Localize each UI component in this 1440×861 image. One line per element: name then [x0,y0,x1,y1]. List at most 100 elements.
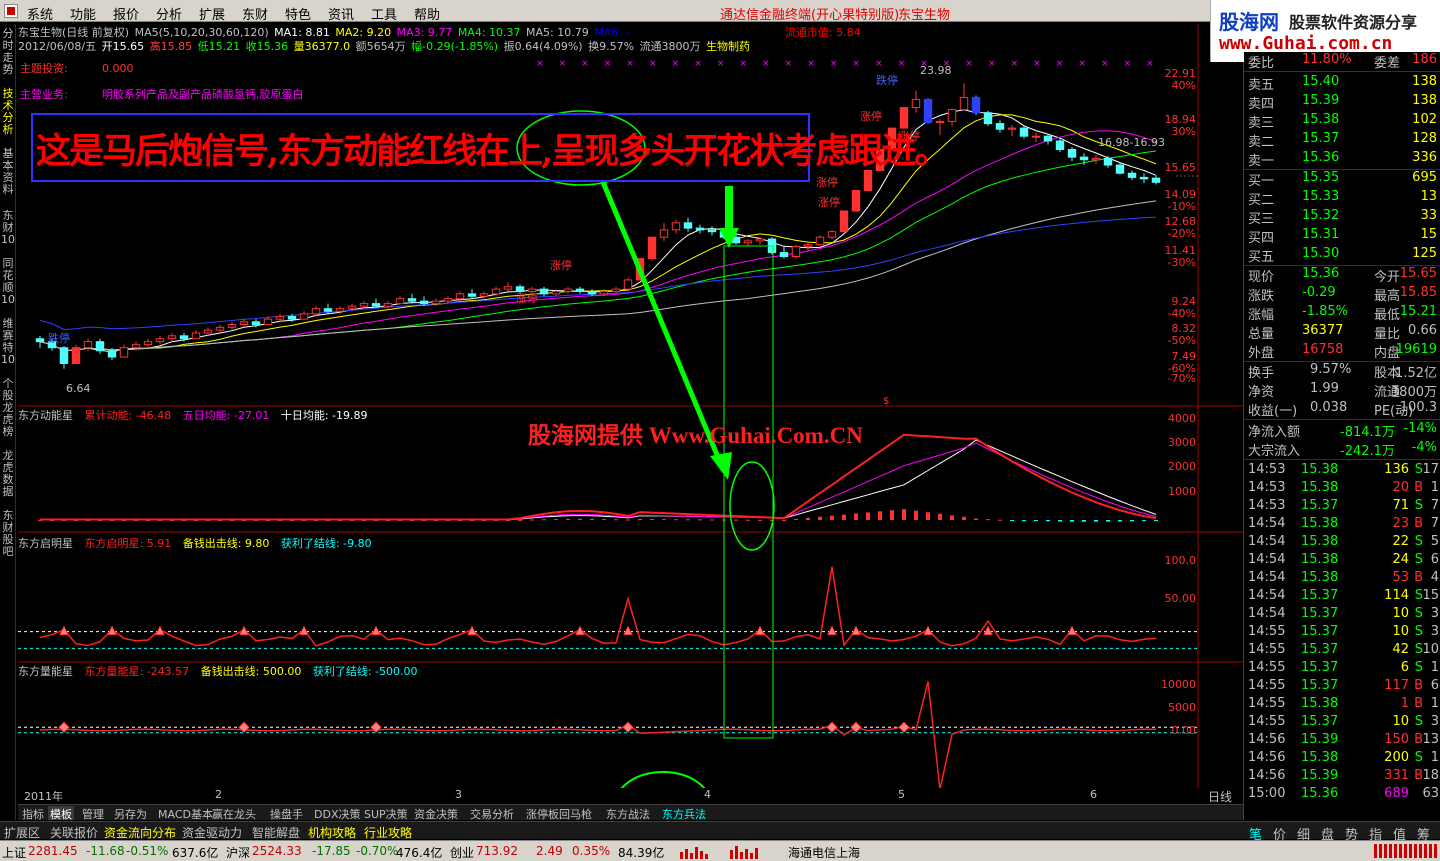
menu-item-feature[interactable]: 特色 [285,4,311,23]
menu-item-help[interactable]: 帮助 [414,4,440,23]
ask-row[interactable]: 卖一 15.36 336 [1244,150,1440,169]
etab-ext-area[interactable]: 扩展区 [4,824,40,841]
btab-indicator[interactable]: 指标 [20,806,46,821]
tick-price: 15.37 [1301,642,1339,657]
btab-sup[interactable]: SUP决策 [362,806,410,821]
btab-trader[interactable]: 操盘手 [268,806,305,821]
sh-label[interactable]: 上证 [2,844,26,861]
btab-saveas[interactable]: 另存为 [112,806,149,821]
quote-tab[interactable]: 价 [1273,824,1286,843]
vtab-dongcai10[interactable]: 东财10 [0,210,16,246]
quote-tab[interactable]: 指 [1369,824,1382,843]
menu-item-quote[interactable]: 报价 [113,4,139,23]
menu-item-function[interactable]: 功能 [70,4,96,23]
btab-macd[interactable]: MACD基本 [156,806,215,821]
candle [695,224,705,234]
vtab-tonghuashun10[interactable]: 同花顺10 [0,258,16,306]
etab-fund-drive[interactable]: 资金驱动力 [182,824,242,841]
btab-dongfang-tactic[interactable]: 东方战法 [604,806,652,821]
ask-row[interactable]: 卖四 15.39 138 [1244,93,1440,112]
ind1-name[interactable]: 东方动能星 [18,409,73,422]
bid-row[interactable]: 买五 15.30 125 [1244,246,1440,265]
stat2-label: 净资 [1248,385,1275,400]
x-marker: × [717,59,725,69]
menu-item-system[interactable]: 系统 [27,4,53,23]
ask-row[interactable]: 卖二 15.37 128 [1244,131,1440,150]
ask-label: 卖二 [1248,135,1275,150]
app-logo-icon[interactable] [4,4,18,18]
app-window: 系统 功能 报价 分析 扩展 东财 特色 资讯 工具 帮助 通达信金融终端(开心… [0,0,1440,861]
candle-body [551,290,561,295]
ask-price: 15.39 [1302,93,1340,108]
quote-tab[interactable]: 势 [1345,824,1358,843]
btab-template[interactable]: 模板 [48,806,74,821]
candle-body [335,308,345,312]
btab-ddx[interactable]: DDX决策 [312,806,362,821]
ind2-name[interactable]: 东方启明星 [18,537,73,550]
flow-value: -814.1万 [1340,425,1395,440]
bid-row[interactable]: 买三 15.32 33 [1244,208,1440,227]
server-name[interactable]: 海通电信上海 [788,844,860,861]
period-label[interactable]: 日线 [1208,788,1232,805]
quote-tab[interactable]: 值 [1393,824,1406,843]
vtab-fundamental[interactable]: 基本资料 [0,148,16,196]
bid-row[interactable]: 买四 15.31 15 [1244,227,1440,246]
etab-smart-read[interactable]: 智能解盘 [252,824,300,841]
menu-item-tools[interactable]: 工具 [371,4,397,23]
btab-dongfang-art[interactable]: 东方兵法 [660,806,708,821]
tick-price: 15.37 [1301,678,1339,693]
arrow-head-icon [710,452,732,480]
etab-fund-flow[interactable]: 资金流向分布 [104,824,176,841]
menu-item-news[interactable]: 资讯 [328,4,354,23]
momentum-bar [974,518,978,520]
ind2-title: 东方启明星 东方启明星: 5.91 备钱出击线: 9.80 获利了结线: -9.… [18,535,380,551]
candle [191,330,201,340]
ind1-tick-label: 4000 [1168,412,1196,425]
cy-label[interactable]: 创业 [450,844,474,861]
btab-fund[interactable]: 资金决策 [412,806,460,821]
weibi-row: 委比 11.80% 委差 186 [1244,52,1440,71]
ask-row[interactable]: 卖三 15.38 102 [1244,112,1440,131]
menu-item-extend[interactable]: 扩展 [199,4,225,23]
vtab-longhubang[interactable]: 个股龙虎榜 [0,378,16,438]
ind1-tick-label: 2000 [1168,460,1196,473]
vtab-longhu-data[interactable]: 龙虎数据 [0,450,16,498]
vtab-weisaite10[interactable]: 维赛特10 [0,318,16,366]
menu-item-analysis[interactable]: 分析 [156,4,182,23]
quote-tab[interactable]: 盘 [1321,824,1334,843]
btab-leader[interactable]: 赢在龙头 [210,806,258,821]
bid-volume: 15 [1420,227,1437,242]
vtab-technical[interactable]: 技术分析 [0,88,16,136]
candle-body [395,298,405,305]
ask-row[interactable]: 卖五 15.40 138 [1244,74,1440,93]
tick-side: B [1414,570,1423,585]
btab-manage[interactable]: 管理 [80,806,106,821]
quote-tab[interactable]: 细 [1297,824,1310,843]
vtab-intraday[interactable]: 分时走势 [0,28,16,76]
momentum-bar [746,519,750,521]
etab-inst-strategy[interactable]: 机构攻略 [308,824,356,841]
candle [1115,162,1125,175]
quote-tab[interactable]: 筹 [1417,824,1430,843]
sz-label[interactable]: 沪深 [226,844,250,861]
tick-side: S [1414,660,1423,675]
btab-limitup[interactable]: 涨停板回马枪 [524,806,594,821]
momentum-bar [890,510,894,520]
bid-row[interactable]: 买二 15.33 13 [1244,189,1440,208]
etab-industry-strategy[interactable]: 行业攻略 [364,824,412,841]
btab-trade-analysis[interactable]: 交易分析 [468,806,516,821]
bid-row[interactable]: 买一 15.35 695 [1244,170,1440,189]
tick-row: 15:00 15.36 689 63 [1244,786,1440,804]
flow-label: 大宗流入 [1248,444,1301,459]
candle [71,344,81,364]
stat2-value-2: 3800万 [1390,385,1437,400]
candle [467,289,477,299]
candle [1007,124,1017,137]
quote-tab[interactable]: 笔 [1249,824,1262,843]
tick-row: 14:56 15.39 150 B 13 [1244,732,1440,750]
vtab-guba[interactable]: 东财股吧 [0,510,16,558]
candle-body [311,308,321,315]
etab-related-quote[interactable]: 关联报价 [50,824,98,841]
menu-item-dongcai[interactable]: 东财 [242,4,268,23]
ind3-name[interactable]: 东方量能星 [18,665,73,678]
